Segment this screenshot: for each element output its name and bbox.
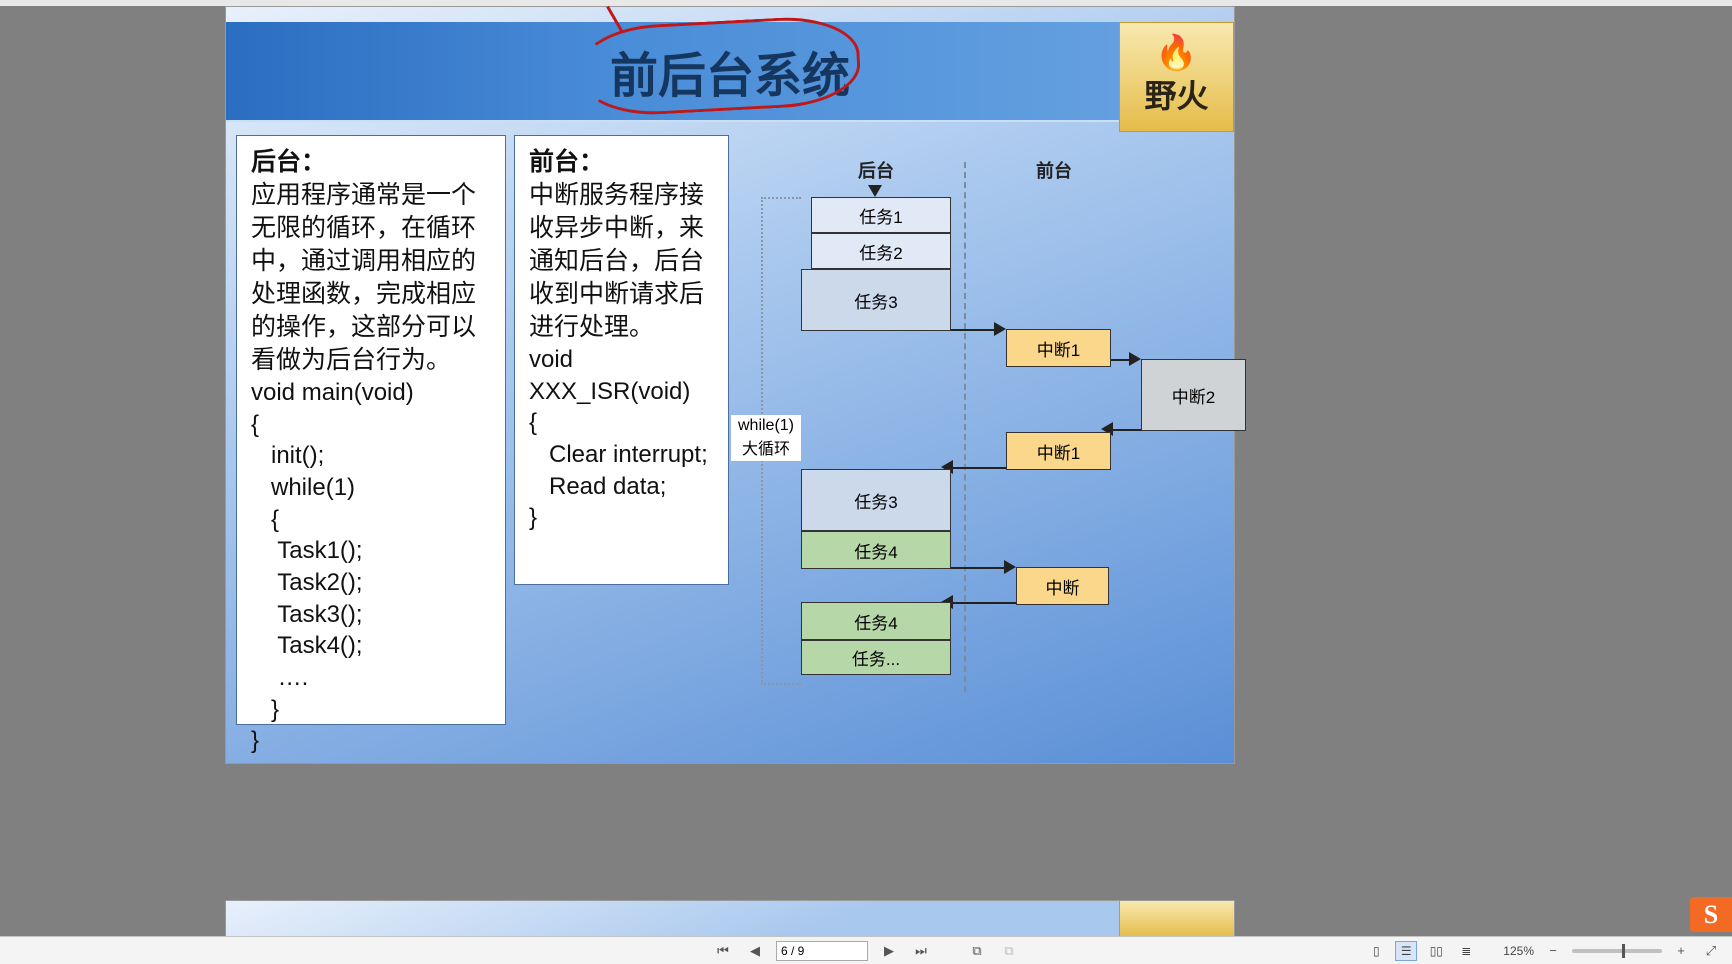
task2-box: 任务2	[811, 233, 951, 269]
back-desc: 应用程序通常是一个无限的循环，在循环中，通过调用相应的处理函数，完成相应的操作，…	[251, 179, 491, 377]
prev-page-button[interactable]: ◀	[744, 941, 766, 961]
page-number-input[interactable]	[776, 941, 868, 961]
paste-button: ⧉	[998, 941, 1020, 961]
arrow-down-icon	[868, 185, 882, 197]
arrow-right-icon	[1004, 560, 1016, 574]
arrow-line	[951, 467, 1006, 469]
front-divider	[964, 162, 966, 692]
task3a-box: 任务3	[801, 269, 951, 331]
loop-label: while(1) 大循环	[731, 415, 801, 461]
int1a-box: 中断1	[1006, 329, 1111, 367]
next-page-peek	[225, 900, 1235, 936]
two-page-view-button[interactable]: ▯▯	[1425, 941, 1447, 961]
int2-box: 中断2	[1141, 359, 1246, 431]
taskmore-box: 任务...	[801, 640, 951, 675]
book-view-button[interactable]: ≣	[1455, 941, 1477, 961]
pdf-viewer[interactable]: 前后台系统 🔥 野火 后台： 应用程序通常是一个无限的循环，在循环中，通过调用相…	[0, 6, 1460, 936]
last-page-button[interactable]: ⏭	[910, 941, 932, 961]
next-logo	[1119, 901, 1234, 936]
slide-header: 前后台系统	[226, 22, 1234, 122]
view-controls-group: ▯ ☰ ▯▯ ≣ 125% − + ⤢	[1365, 941, 1722, 961]
single-page-view-button[interactable]: ▯	[1365, 941, 1387, 961]
arrow-line	[951, 567, 1006, 569]
zoom-level-text: 125%	[1503, 944, 1534, 958]
continuous-view-button[interactable]: ☰	[1395, 941, 1417, 961]
viewer-margin	[1460, 6, 1732, 936]
brand-logo: 🔥 野火	[1119, 22, 1234, 132]
task1-box: 任务1	[811, 197, 951, 233]
arrow-line	[951, 602, 1016, 604]
col-back-label: 后台	[858, 157, 894, 183]
back-code: void main(void) { init(); while(1) { Tas…	[251, 377, 491, 757]
slide-page: 前后台系统 🔥 野火 后台： 应用程序通常是一个无限的循环，在循环中，通过调用相…	[225, 6, 1235, 764]
col-front-label: 前台	[1036, 157, 1072, 183]
task3b-box: 任务3	[801, 469, 951, 531]
first-page-button[interactable]: ⏮	[712, 941, 734, 961]
copy-button[interactable]: ⧉	[966, 941, 988, 961]
fullscreen-button[interactable]: ⤢	[1700, 941, 1722, 961]
front-heading: 前台：	[529, 146, 714, 179]
arrow-line	[1111, 429, 1141, 431]
arrow-line	[951, 329, 996, 331]
int1b-box: 中断1	[1006, 432, 1111, 470]
zoom-in-button[interactable]: +	[1670, 941, 1692, 961]
ime-indicator-icon[interactable]: S	[1690, 897, 1732, 932]
back-heading: 后台：	[251, 146, 491, 179]
slide-title: 前后台系统	[610, 36, 850, 106]
next-page-button[interactable]: ▶	[878, 941, 900, 961]
task4b-box: 任务4	[801, 602, 951, 640]
status-bar: ⏮ ◀ ▶ ⏭ ⧉ ⧉ ▯ ☰ ▯▯ ≣ 125% − + ⤢	[0, 936, 1732, 964]
annotation-slash	[606, 6, 624, 33]
arrow-right-icon	[994, 322, 1006, 336]
zoom-slider[interactable]	[1572, 949, 1662, 953]
foreground-box: 前台： 中断服务程序接收异步中断，来通知后台，后台收到中断请求后进行处理。 vo…	[514, 135, 729, 585]
zoom-out-button[interactable]: −	[1542, 941, 1564, 961]
logo-text: 野火	[1144, 71, 1208, 117]
flow-diagram: 后台 前台 任务1 任务2 任务3 中断1 中断2 中断1 任务3 任务4 中断	[736, 157, 1231, 717]
page-nav-group: ⏮ ◀ ▶ ⏭ ⧉ ⧉	[712, 941, 1020, 961]
flame-icon: 🔥	[1155, 37, 1197, 71]
front-code: void XXX_ISR(void) { Clear interrupt; Re…	[529, 344, 714, 534]
background-box: 后台： 应用程序通常是一个无限的循环，在循环中，通过调用相应的处理函数，完成相应…	[236, 135, 506, 725]
int3-box: 中断	[1016, 567, 1109, 605]
task4a-box: 任务4	[801, 531, 951, 569]
arrow-right-icon	[1129, 352, 1141, 366]
front-desc: 中断服务程序接收异步中断，来通知后台，后台收到中断请求后进行处理。	[529, 179, 714, 344]
